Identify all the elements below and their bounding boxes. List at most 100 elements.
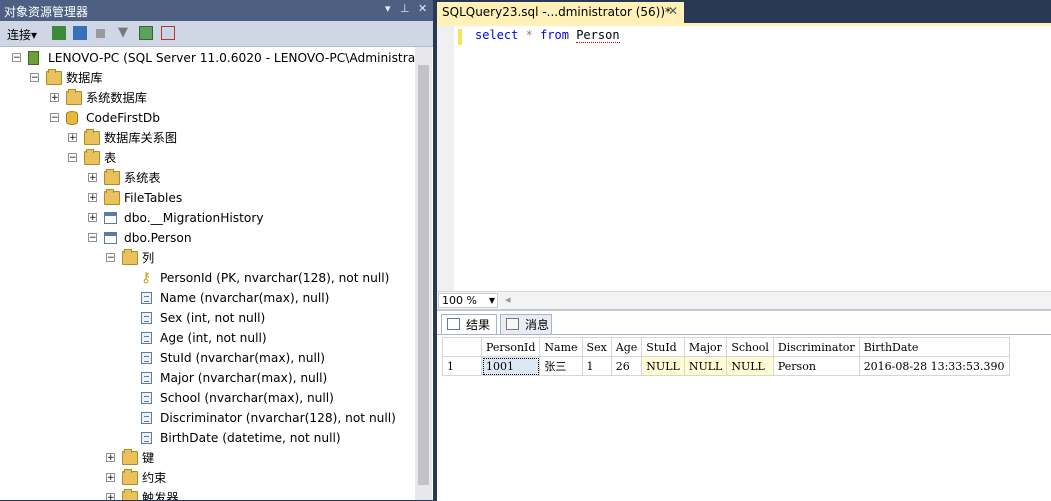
expand-icon[interactable]: + — [106, 473, 115, 483]
collapse-icon[interactable]: − — [30, 73, 39, 83]
table-cell[interactable]: 2016-08-28 13:33:53.390 — [858, 356, 1010, 376]
filter-icon[interactable]: ▼ — [118, 26, 132, 40]
pin-icon[interactable]: ⊥ — [400, 2, 410, 15]
tree-node-label: dbo.__MigrationHistory — [124, 211, 264, 225]
column-icon — [141, 372, 152, 384]
folder-icon — [66, 89, 82, 105]
zoom-select[interactable]: 100 % ▼ — [438, 293, 498, 308]
close-icon[interactable]: ✕ — [418, 2, 427, 15]
table-icon — [104, 212, 117, 224]
disconnect-icon[interactable] — [73, 26, 87, 40]
tree-node-label: 系统表 — [124, 171, 161, 185]
row-number-header[interactable] — [442, 337, 482, 357]
stop-icon[interactable] — [96, 29, 105, 38]
tree-node-label: School (nvarchar(max), null) — [160, 391, 334, 405]
expand-icon[interactable]: + — [50, 93, 59, 103]
object-explorer-tree: − LENOVO-PC (SQL Server 11.0.6020 - LENOV… — [0, 47, 415, 500]
tree-node-label: 数据库关系图 — [104, 131, 178, 145]
grid-icon — [447, 318, 460, 330]
column-header[interactable]: StuId — [641, 337, 685, 357]
folder-icon — [104, 169, 120, 185]
column-header[interactable]: PersonId — [480, 337, 541, 357]
zoom-value: 100 % — [442, 294, 477, 307]
folder-icon — [122, 449, 138, 465]
tree-node-label: Major (nvarchar(max), null) — [160, 371, 328, 385]
table-cell[interactable]: 1 — [581, 356, 612, 376]
tab-sqlquery[interactable]: SQLQuery23.sql -...dministrator (56))* ✕ — [437, 2, 684, 23]
column-header[interactable]: Sex — [581, 337, 612, 357]
table-cell[interactable]: Person — [772, 356, 860, 376]
connect-engine-icon[interactable] — [52, 26, 66, 40]
column-header[interactable]: BirthDate — [858, 337, 1010, 357]
operator-star: * — [525, 28, 533, 42]
close-tab-icon[interactable]: ✕ — [668, 4, 678, 18]
table-cell[interactable]: 26 — [610, 356, 643, 376]
row-number[interactable]: 1 — [442, 356, 482, 376]
tree-node-label: 列 — [142, 251, 155, 265]
tree-node-label: dbo.Person — [124, 231, 192, 245]
query-editor[interactable]: select * from Person — [437, 23, 1051, 294]
tree-node-label: Discriminator (nvarchar(128), not null) — [160, 411, 396, 425]
column-header[interactable]: Discriminator — [772, 337, 860, 357]
change-marker — [458, 29, 462, 45]
expand-icon[interactable]: + — [88, 173, 97, 183]
connect-button[interactable]: 连接▾ — [7, 26, 37, 43]
keyword-from: from — [540, 28, 569, 42]
column-header[interactable]: Age — [610, 337, 643, 357]
table-cell[interactable]: 张三 — [539, 356, 583, 376]
column-icon — [141, 412, 152, 424]
tab-messages[interactable]: 消息 — [500, 314, 552, 334]
folder-icon — [122, 469, 138, 485]
collapse-icon[interactable]: − — [12, 53, 21, 63]
folder-icon — [104, 189, 120, 205]
expand-icon[interactable]: + — [68, 133, 77, 143]
table-cell[interactable]: NULL — [726, 356, 774, 376]
table-cell[interactable]: 1001 — [480, 356, 541, 376]
object-explorer-title-bar: 对象资源管理器 ▾ ⊥ ✕ — [0, 0, 433, 21]
chevron-down-icon[interactable]: ▼ — [489, 294, 495, 308]
object-explorer-panel: 对象资源管理器 ▾ ⊥ ✕ 连接▾ ▼ − LENOVO-PC (SQL Serv… — [0, 0, 433, 500]
folder-icon — [84, 149, 100, 165]
collapse-icon[interactable]: − — [68, 153, 77, 163]
messages-icon — [506, 318, 519, 330]
column-header[interactable]: Name — [539, 337, 583, 357]
editor-gutter — [437, 26, 454, 294]
column-icon — [141, 432, 152, 444]
column-header[interactable]: Major — [683, 337, 728, 357]
database-icon — [66, 111, 78, 125]
code-line[interactable]: select * from Person — [475, 28, 620, 43]
zoom-bar: 100 % ▼ ◂ — [437, 291, 1051, 310]
table-row[interactable]: 1 1001 张三 1 26 NULL NULL NULL Person 2016-08-28 1… — [442, 356, 1010, 376]
object-explorer-toolbar: 连接▾ ▼ — [0, 21, 433, 47]
tree-scrollbar[interactable] — [415, 47, 432, 500]
tab-results[interactable]: 结果 — [441, 314, 497, 334]
refresh-icon[interactable] — [139, 26, 153, 40]
scroll-left-icon[interactable]: ◂ — [505, 293, 511, 306]
dropdown-icon[interactable]: ▾ — [385, 2, 391, 15]
expand-icon[interactable]: + — [106, 453, 115, 463]
results-tabs: 结果 消息 — [437, 309, 1051, 336]
tree-node-label: FileTables — [124, 191, 183, 205]
expand-icon[interactable]: + — [106, 493, 115, 500]
tree-node-label: PersonId (PK, nvarchar(128), not null) — [160, 271, 390, 285]
expand-icon[interactable]: + — [88, 193, 97, 203]
expand-icon[interactable]: + — [88, 213, 97, 223]
table-cell[interactable]: NULL — [683, 356, 728, 376]
collapse-icon[interactable]: − — [88, 233, 97, 243]
tree-node-label: 表 — [104, 151, 117, 165]
tree-node-label: CodeFirstDb — [86, 111, 160, 125]
table-cell[interactable]: NULL — [641, 356, 685, 376]
key-icon: ⚷ — [141, 270, 152, 286]
results-grid[interactable]: PersonId Name Sex Age StuId Major School Discri… — [437, 334, 1051, 501]
results-table: PersonId Name Sex Age StuId Major School Discri… — [442, 337, 1010, 376]
tree-node-label: 键 — [142, 451, 155, 465]
collapse-icon[interactable]: − — [106, 253, 115, 263]
results-header-row: PersonId Name Sex Age StuId Major School Discri… — [442, 337, 1010, 357]
scrollbar-thumb[interactable] — [418, 65, 429, 485]
tree-node-label: StuId (nvarchar(max), null) — [160, 351, 326, 365]
collapse-icon[interactable]: − — [50, 113, 59, 123]
column-header[interactable]: School — [726, 337, 774, 357]
tree-node-label: Name (nvarchar(max), null) — [160, 291, 330, 305]
column-icon — [141, 352, 152, 364]
activity-monitor-icon[interactable] — [161, 26, 175, 40]
